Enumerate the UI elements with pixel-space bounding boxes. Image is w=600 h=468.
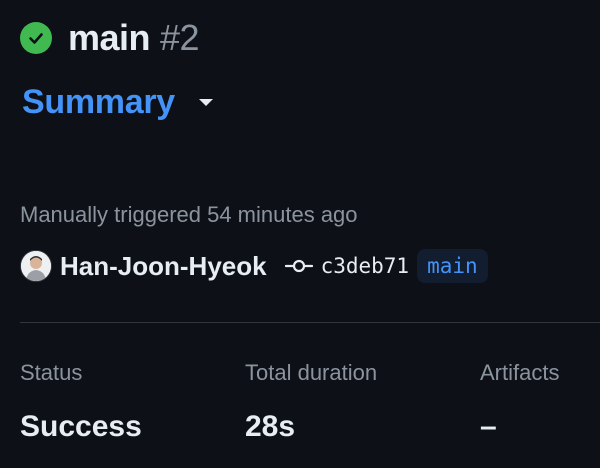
divider xyxy=(20,322,600,323)
stat-status: Status Success xyxy=(20,360,142,444)
actor-row: Han-Joon-Hyeok c3deb71 main xyxy=(20,248,488,284)
stat-artifacts: Artifacts – xyxy=(480,360,559,444)
trigger-info: Manually triggered 54 minutes ago xyxy=(20,202,358,227)
commit-sha-link[interactable]: c3deb71 xyxy=(321,254,410,278)
run-header: main #2 xyxy=(20,16,200,60)
run-number: #2 xyxy=(160,17,200,58)
stat-duration-label: Total duration xyxy=(245,360,378,385)
stat-artifacts-value: – xyxy=(480,410,497,443)
branch-badge[interactable]: main xyxy=(417,249,488,283)
stat-duration-value: 28s xyxy=(245,410,296,443)
check-circle-icon xyxy=(20,22,52,54)
avatar[interactable] xyxy=(20,250,52,282)
stat-status-label: Status xyxy=(20,360,83,385)
triangle-down-icon[interactable] xyxy=(198,98,213,106)
summary-link[interactable]: Summary xyxy=(22,83,175,122)
workflow-name: main xyxy=(68,17,151,58)
git-commit-icon xyxy=(284,258,313,274)
stat-total-duration: Total duration 28s xyxy=(245,360,377,444)
stat-status-value: Success xyxy=(20,410,142,443)
actor-username[interactable]: Han-Joon-Hyeok xyxy=(60,251,267,282)
workflow-run-summary: main #2 Summary Manually triggered 54 mi… xyxy=(0,0,600,468)
summary-nav: Summary xyxy=(22,80,213,124)
stat-artifacts-label: Artifacts xyxy=(480,360,560,385)
